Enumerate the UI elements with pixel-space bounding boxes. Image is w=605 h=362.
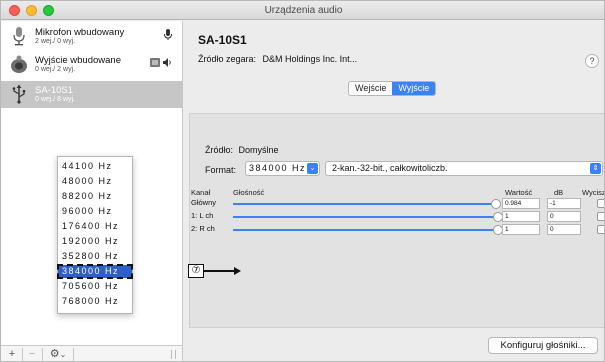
sample-rate-value: 384000 Hz bbox=[249, 163, 307, 173]
sample-rate-select[interactable]: 384000 Hz ⌄ bbox=[245, 161, 320, 176]
dropdown-option[interactable]: 352800 Hz bbox=[58, 250, 132, 263]
remove-device-button[interactable]: − bbox=[25, 347, 39, 361]
callout-arrow-icon bbox=[234, 267, 241, 275]
tab-output[interactable]: Wyjście bbox=[392, 82, 436, 95]
volume-slider-left[interactable] bbox=[233, 216, 495, 218]
volume-slider-main[interactable] bbox=[233, 203, 495, 205]
clock-source-label: Źródło zegara: bbox=[198, 54, 257, 64]
volume-value-field[interactable]: 1 bbox=[502, 211, 540, 222]
tab-input[interactable]: Wejście bbox=[349, 82, 392, 95]
sidebar-resize-handle[interactable] bbox=[171, 350, 176, 359]
io-tab-control: Wejście Wyjście bbox=[348, 81, 437, 96]
clock-source: Źródło zegara: D&M Holdings Inc. Int... bbox=[198, 54, 357, 64]
column-header-db: dB bbox=[554, 188, 564, 197]
device-io-count: 0 wej./ 2 wyj. bbox=[35, 66, 76, 73]
microphone-icon bbox=[13, 27, 25, 46]
dropdown-option[interactable]: 44100 Hz bbox=[58, 160, 132, 173]
callout-arrow-line bbox=[204, 270, 234, 272]
channel-format-select[interactable]: 2-kan.-32-bit., całkowitoliczb. ⇕ bbox=[325, 161, 603, 176]
sample-rate-dropdown: 44100 Hz 48000 Hz 88200 Hz 96000 Hz 1764… bbox=[57, 156, 133, 314]
device-name: SA-10S1 bbox=[35, 85, 74, 96]
window-title: Urządzenia audio bbox=[264, 5, 343, 16]
channel-label: Główny bbox=[191, 198, 217, 207]
usb-icon bbox=[12, 85, 26, 104]
format-label: Format: bbox=[205, 165, 237, 175]
device-title: SA-10S1 bbox=[198, 33, 247, 47]
volume-value-field[interactable]: 0.984 bbox=[502, 198, 540, 209]
mute-checkbox[interactable] bbox=[597, 199, 604, 208]
device-detail-pane: SA-10S1 Źródło zegara: D&M Holdings Inc.… bbox=[183, 21, 605, 361]
dropdown-option[interactable]: 705600 Hz bbox=[58, 280, 132, 293]
volume-value-field[interactable]: 1 bbox=[502, 224, 540, 235]
chevron-down-icon: ⌄ bbox=[307, 163, 318, 174]
output-badge-icon bbox=[150, 58, 171, 67]
dropdown-option[interactable]: 192000 Hz bbox=[58, 235, 132, 248]
dropdown-option[interactable]: 48000 Hz bbox=[58, 175, 132, 188]
output-settings-panel: Źródło: Domyślne Format: 384000 Hz ⌄ 2-k… bbox=[189, 113, 605, 328]
divider bbox=[22, 348, 23, 361]
configure-speakers-button[interactable]: Konfiguruj głośniki... bbox=[488, 337, 598, 354]
speaker-icon bbox=[11, 55, 27, 73]
sidebar-toolbar: + − ⚙⌄ bbox=[1, 345, 182, 361]
device-name: Wyjście wbudowane bbox=[35, 55, 121, 66]
mute-checkbox[interactable] bbox=[597, 212, 604, 221]
gear-icon: ⚙ bbox=[49, 348, 60, 360]
step-callout-label: ⑦ bbox=[188, 264, 204, 278]
audio-midi-window: Urządzenia audio Mikrofon wbudowany 2 we… bbox=[0, 0, 605, 362]
source-value: Domyślne bbox=[238, 145, 279, 155]
channel-format-value: 2-kan.-32-bit., całkowitoliczb. bbox=[332, 163, 448, 173]
source-label: Źródło: bbox=[205, 145, 234, 155]
chevron-down-icon: ⌄ bbox=[59, 350, 67, 359]
dropdown-option[interactable]: 96000 Hz bbox=[58, 205, 132, 218]
sidebar-item-microphone[interactable]: Mikrofon wbudowany 2 wej./ 0 wyj. bbox=[1, 23, 182, 50]
help-button[interactable]: ? bbox=[585, 54, 599, 68]
column-header-mute: Wycisz bbox=[582, 188, 605, 197]
column-header-value: Wartość bbox=[505, 188, 533, 197]
device-io-count: 0 wej./ 8 wyj. bbox=[35, 96, 76, 103]
sidebar-item-output[interactable]: Wyjście wbudowane 0 wej./ 2 wyj. bbox=[1, 51, 182, 78]
mic-badge-icon bbox=[164, 29, 172, 40]
column-header-volume: Głośność bbox=[233, 188, 265, 197]
volume-slider-right[interactable] bbox=[233, 229, 495, 231]
dropdown-option-selected[interactable]: 384000 Hz bbox=[57, 264, 133, 279]
column-header-channel: Kanał bbox=[191, 188, 211, 197]
db-value-field[interactable]: -1 bbox=[547, 198, 581, 209]
divider bbox=[73, 348, 74, 361]
dropdown-option[interactable]: 88200 Hz bbox=[58, 190, 132, 203]
dropdown-option[interactable]: 768000 Hz bbox=[58, 295, 132, 308]
device-actions-menu[interactable]: ⚙⌄ bbox=[46, 347, 70, 361]
db-value-field[interactable]: 0 bbox=[547, 224, 581, 235]
source-row: Źródło: Domyślne bbox=[205, 145, 279, 155]
add-device-button[interactable]: + bbox=[5, 347, 19, 361]
title-bar: Urządzenia audio bbox=[1, 1, 604, 20]
device-io-count: 2 wej./ 0 wyj. bbox=[35, 38, 76, 45]
channel-label: 2: R ch bbox=[191, 224, 215, 233]
clock-source-value[interactable]: D&M Holdings Inc. Int... bbox=[263, 54, 358, 64]
channel-label: 1: L ch bbox=[191, 211, 214, 220]
mute-checkbox[interactable] bbox=[597, 225, 604, 234]
divider bbox=[42, 348, 43, 361]
sidebar-item-sa-10s1[interactable]: SA-10S1 0 wej./ 8 wyj. bbox=[1, 81, 182, 108]
db-value-field[interactable]: 0 bbox=[547, 211, 581, 222]
volume-slider-knob[interactable] bbox=[491, 199, 501, 209]
device-name: Mikrofon wbudowany bbox=[35, 27, 125, 38]
dropdown-option[interactable]: 176400 Hz bbox=[58, 220, 132, 233]
up-down-arrows-icon: ⇕ bbox=[590, 163, 601, 174]
